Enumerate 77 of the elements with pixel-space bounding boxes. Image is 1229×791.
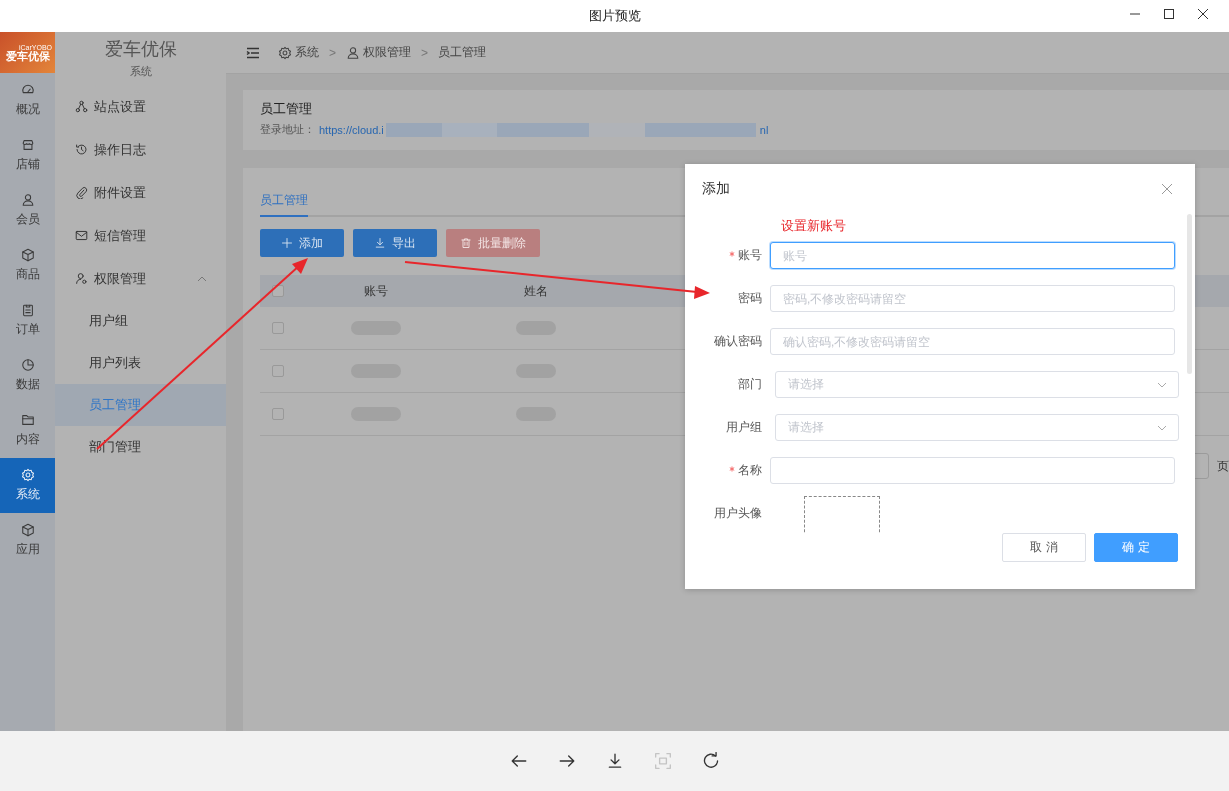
login-url-link[interactable]: https://cloud.i [319,123,384,136]
confirm-button[interactable]: 确 定 [1094,533,1178,562]
arrow-left-icon [509,752,528,770]
paperclip-icon [75,186,88,199]
trash-icon [460,237,472,249]
box-icon [20,523,35,537]
sidebar-item[interactable]: 站点设置 [55,85,226,128]
pie-chart-icon [20,358,35,372]
field-label: 账号 [685,247,762,264]
login-url-link[interactable]: nl [759,123,769,136]
action-button[interactable]: 导出 [353,229,437,257]
nav-rail-item[interactable]: 系统 [0,458,55,513]
fit-screen-icon [653,752,672,770]
rotate-icon [701,752,720,770]
annotation-text: 设置新账号 [780,217,847,234]
clipboard-icon [20,303,35,317]
checkbox[interactable] [272,322,284,334]
login-label: 登录地址： [260,122,315,137]
page-title: 员工管理 [260,100,313,118]
person-icon [20,193,35,207]
close-icon[interactable] [1197,8,1209,20]
field-label: 用户组 [725,419,762,436]
hierarchy-icon [75,100,88,113]
history-icon [75,143,88,156]
cancel-button[interactable]: 取 消 [1002,533,1086,562]
window-title: 图片预览 [588,7,641,25]
breadcrumb-item[interactable]: 员工管理 [438,44,487,61]
nav-rail-item[interactable]: 店铺 [0,128,55,183]
nav-rail-item[interactable]: 概况 [0,73,55,128]
checkbox[interactable] [272,365,284,377]
gear-icon [20,468,35,482]
scrollbar[interactable] [1187,214,1192,374]
maximize-icon[interactable] [1163,8,1175,20]
sidebar-title: 爱车优保 [104,38,177,61]
nav-rail-item[interactable]: 应用 [0,513,55,568]
dialog-title: 添加 [702,180,730,198]
input-field[interactable]: 账号 [770,242,1175,269]
field-label: 名称 [685,462,762,479]
field-label: 确认密码 [713,333,762,350]
user-gear-icon [75,272,88,285]
nav-rail-item[interactable]: 订单 [0,293,55,348]
action-button[interactable]: 添加 [260,229,344,257]
breadcrumb-item[interactable]: 系统 [278,44,319,61]
sidebar-subtitle: 系统 [128,64,153,79]
breadcrumb-item[interactable]: 权限管理 [346,44,411,61]
nav-rail-item[interactable]: 内容 [0,403,55,458]
required-asterisk-icon [729,466,735,472]
gear-icon [278,45,292,60]
required-asterisk-icon [729,251,735,257]
sidebar-item[interactable]: 短信管理 [55,214,226,257]
download-icon [374,237,386,249]
checkbox[interactable] [272,408,284,420]
arrow-right-icon [557,752,576,770]
box-icon [20,248,35,262]
field-label: 密码 [737,290,762,307]
field-label: 用户头像 [713,505,762,522]
person-icon [346,45,360,60]
menu-icon[interactable] [246,46,260,59]
nav-rail-item[interactable]: 商品 [0,238,55,293]
folder-icon [20,413,35,427]
shop-icon [20,138,35,152]
plus-icon [281,237,293,249]
sidebar-subitem[interactable]: 用户组 [55,300,226,342]
sidebar-item[interactable]: 操作日志 [55,128,226,171]
avatar-upload-area[interactable] [804,496,880,533]
sidebar-item[interactable]: 权限管理 [55,257,226,300]
sidebar-item[interactable]: 附件设置 [55,171,226,214]
field-label: 部门 [737,376,762,393]
mail-icon [75,229,88,242]
pagination-text: 页 [1217,457,1229,475]
column-header: 账号 [363,282,389,300]
column-header: 姓名 [523,282,549,300]
nav-rail-item[interactable]: 会员 [0,183,55,238]
sidebar-subitem[interactable]: 用户列表 [55,342,226,384]
nav-rail-item[interactable]: 数据 [0,348,55,403]
breadcrumb-separator: > [421,45,429,60]
breadcrumb-separator: > [329,45,336,60]
